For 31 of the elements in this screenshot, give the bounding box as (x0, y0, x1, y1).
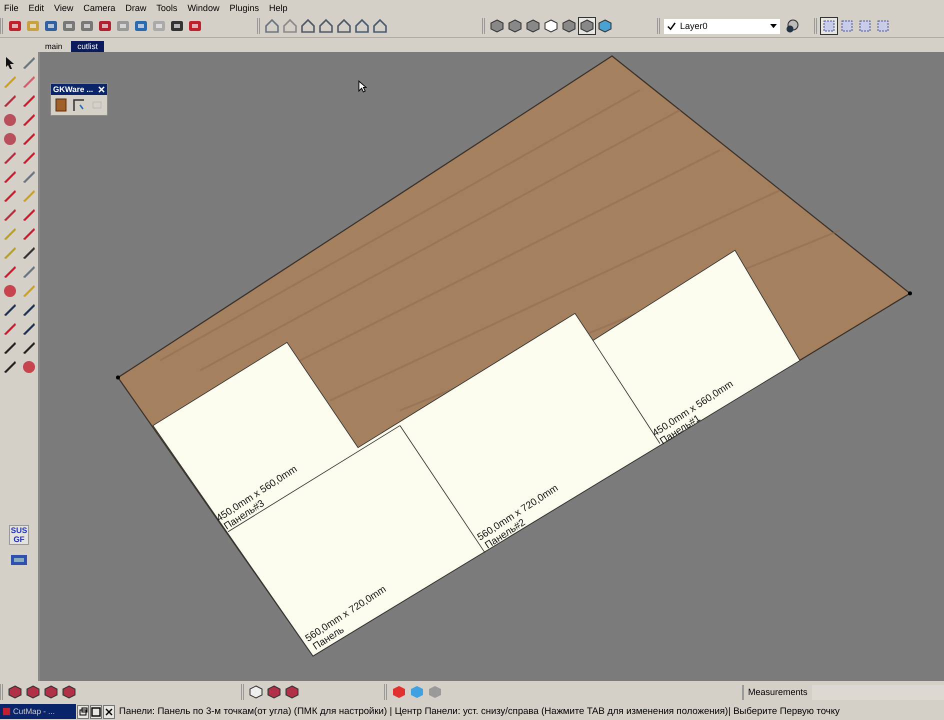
close-icon[interactable] (103, 704, 115, 718)
check-icon (667, 22, 676, 30)
plugin-button[interactable]: SUS GF (9, 525, 29, 545)
minimized-window[interactable]: CutMap - ... (0, 704, 76, 719)
menu-item[interactable]: Tools (156, 2, 178, 12)
layer-dropdown[interactable]: Layer0 (664, 18, 780, 34)
house-icon[interactable] (300, 18, 316, 34)
measurements-label: Measurements (748, 687, 808, 697)
menu-item[interactable]: View (54, 2, 74, 12)
house-icon[interactable] (318, 18, 334, 34)
menu-item[interactable]: Camera (83, 2, 116, 12)
scene-tab[interactable]: cutlist (71, 41, 104, 52)
circle-icon[interactable] (2, 112, 18, 128)
circle-icon[interactable] (2, 131, 18, 147)
app-icon (2, 707, 11, 716)
floating-toolbar-title: GKWare ... (53, 85, 94, 94)
menu-item[interactable]: Window (187, 2, 220, 12)
corner-icon[interactable] (71, 97, 87, 113)
status-text: Панели: Панель по 3-м точкам(от угла) (ПМК для настройки) | Центр Панели: уст. снизу/справа (Нажмите TAB для изменения положения)| Выберите Первую точку (119, 706, 840, 717)
menu-item[interactable]: File (4, 2, 19, 12)
menu-item[interactable]: Draw (125, 2, 146, 12)
maximize-icon[interactable] (90, 704, 102, 718)
menu-item[interactable]: Help (268, 2, 288, 12)
menu-item[interactable]: Plugins (229, 2, 259, 12)
menu-item[interactable]: Edit (28, 2, 44, 12)
cursor-icon (358, 80, 367, 93)
plugin-icon[interactable] (10, 553, 28, 567)
house-icon[interactable] (336, 18, 352, 34)
board-icon[interactable] (53, 97, 69, 113)
restore-icon[interactable] (77, 704, 89, 718)
dropdown-arrow-icon (770, 24, 777, 28)
